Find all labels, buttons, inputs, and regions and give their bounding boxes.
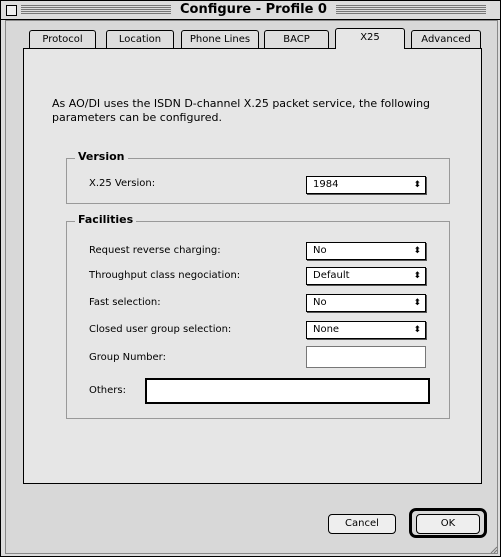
title-stripes-right	[336, 5, 486, 15]
tab-phone-lines[interactable]: Phone Lines	[181, 30, 259, 49]
popup-arrows-icon: ⬍	[413, 271, 421, 281]
window-title: Configure - Profile 0	[180, 2, 327, 17]
popup-arrows-icon: ⬍	[413, 298, 421, 308]
intro-text: As AO/DI uses the ISDN D-channel X.25 pa…	[52, 97, 431, 124]
tab-protocol[interactable]: Protocol	[29, 30, 96, 49]
reverse-charging-popup[interactable]: No ⬍	[306, 242, 426, 260]
throughput-value: Default	[313, 270, 350, 281]
reverse-charging-value: No	[313, 245, 327, 256]
popup-arrows-icon: ⬍	[413, 325, 421, 335]
throughput-popup[interactable]: Default ⬍	[306, 267, 426, 285]
fast-selection-value: No	[313, 297, 327, 308]
x25-version-value: 1984	[313, 179, 339, 190]
others-field[interactable]	[145, 378, 430, 404]
configure-window: Configure - Profile 0 Protocol Location …	[0, 0, 501, 557]
version-group-title: Version	[75, 150, 128, 164]
facilities-group-title: Facilities	[75, 213, 137, 227]
popup-arrows-icon: ⬍	[413, 180, 421, 190]
x25-version-label: X.25 Version:	[89, 178, 156, 189]
cug-value: None	[313, 324, 340, 335]
title-stripes-left	[21, 5, 171, 15]
throughput-label: Throughput class negociation:	[89, 270, 241, 281]
x25-version-popup[interactable]: 1984 ⬍	[306, 176, 426, 194]
tab-bacp[interactable]: BACP	[264, 30, 329, 49]
close-box-icon[interactable]	[6, 5, 17, 16]
tab-x25[interactable]: X25	[335, 28, 405, 49]
cug-label: Closed user group selection:	[89, 324, 232, 335]
tab-location[interactable]: Location	[106, 30, 174, 49]
title-bar[interactable]: Configure - Profile 0	[1, 1, 500, 20]
ok-button[interactable]: OK	[416, 514, 480, 534]
fast-selection-label: Fast selection:	[89, 297, 161, 308]
others-label: Others:	[89, 385, 126, 396]
reverse-charging-label: Request reverse charging:	[89, 245, 221, 256]
resize-grip-icon[interactable]	[488, 544, 498, 554]
cancel-button[interactable]: Cancel	[328, 514, 396, 534]
popup-arrows-icon: ⬍	[413, 246, 421, 256]
group-number-label: Group Number:	[89, 352, 166, 363]
fast-selection-popup[interactable]: No ⬍	[306, 294, 426, 312]
tab-advanced[interactable]: Advanced	[411, 30, 481, 49]
group-number-field[interactable]	[306, 346, 426, 368]
cug-popup[interactable]: None ⬍	[306, 321, 426, 339]
